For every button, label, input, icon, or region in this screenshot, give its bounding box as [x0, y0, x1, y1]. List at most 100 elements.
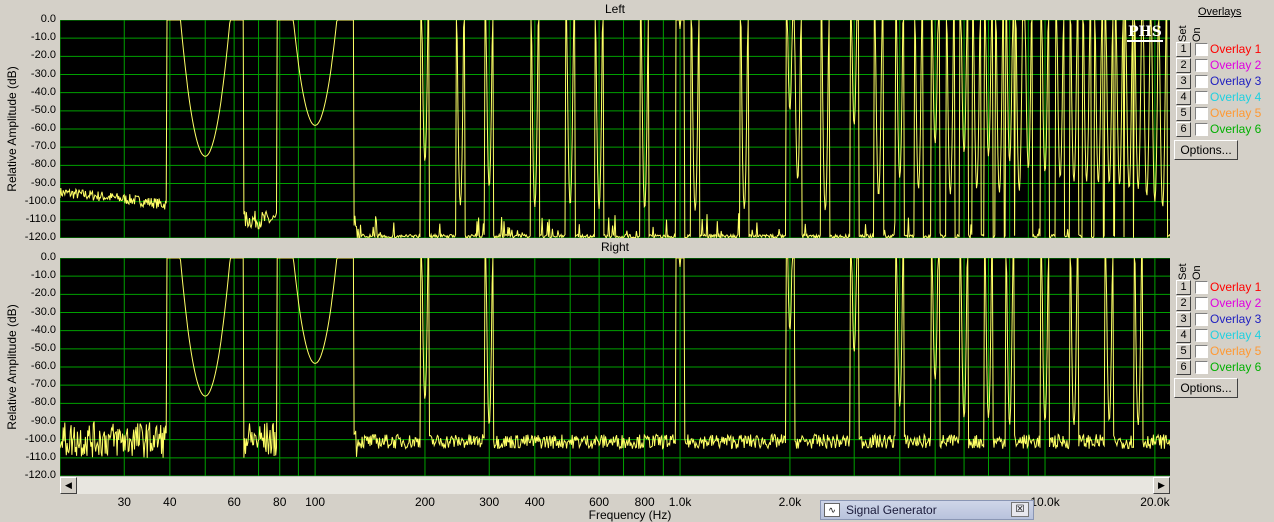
- overlay-on-checkbox[interactable]: [1195, 75, 1208, 88]
- overlay-set-button[interactable]: 4: [1176, 328, 1191, 343]
- overlay-name: Overlay 2: [1210, 296, 1262, 310]
- y-tick-label: -60.0: [30, 360, 56, 372]
- on-column-header: On: [1191, 265, 1203, 280]
- x-tick-label: 20.0k: [1140, 495, 1170, 509]
- overlay-row: 4 Overlay 4: [1174, 90, 1274, 106]
- y-tick-label: -10.0: [30, 269, 56, 282]
- set-column-header: Set: [1177, 25, 1189, 42]
- overlay-row: 4 Overlay 4: [1174, 328, 1274, 344]
- overlay-set-button[interactable]: 2: [1176, 296, 1191, 311]
- overlay-name: Overlay 6: [1210, 360, 1262, 374]
- overlay-set-button[interactable]: 5: [1176, 106, 1191, 121]
- x-tick-label: 40: [163, 495, 177, 509]
- overlay-set-button[interactable]: 1: [1176, 280, 1191, 295]
- signal-generator-title: Signal Generator: [846, 503, 937, 517]
- overlay-on-checkbox[interactable]: [1195, 59, 1208, 72]
- frequency-scrollbar[interactable]: ◀ ▶: [60, 476, 1170, 494]
- overlay-on-checkbox[interactable]: [1195, 43, 1208, 56]
- y-tick-label: -30.0: [30, 67, 56, 80]
- waveform-icon: ∿: [824, 503, 840, 517]
- overlay-name: Overlay 1: [1210, 280, 1262, 294]
- y-tick-label: -120.0: [24, 231, 56, 243]
- overlay-set-button[interactable]: 3: [1176, 74, 1191, 89]
- phs-logo: PHS: [1127, 24, 1163, 42]
- overlay-name: Overlay 3: [1210, 74, 1262, 88]
- set-column-header: Set: [1177, 263, 1189, 280]
- y-tick-label: -120.0: [24, 469, 56, 481]
- scroll-left-button[interactable]: ◀: [60, 477, 77, 494]
- y-tick-label: -110.0: [25, 212, 56, 225]
- x-tick-label: 800: [634, 495, 655, 509]
- y-tick-label: -80.0: [30, 396, 56, 409]
- overlay-row: 1 Overlay 1: [1174, 42, 1274, 58]
- overlay-name: Overlay 3: [1210, 312, 1262, 326]
- overlay-on-checkbox[interactable]: [1195, 361, 1208, 374]
- right-spectrum-plot[interactable]: [60, 258, 1170, 476]
- overlay-on-checkbox[interactable]: [1195, 91, 1208, 104]
- overlay-row: 6 Overlay 6: [1174, 122, 1274, 138]
- overlay-on-checkbox[interactable]: [1195, 123, 1208, 136]
- overlay-on-checkbox[interactable]: [1195, 345, 1208, 358]
- overlay-row: 5 Overlay 5: [1174, 344, 1274, 360]
- overlay-row: 1 Overlay 1: [1174, 280, 1274, 296]
- overlay-set-button[interactable]: 2: [1176, 58, 1191, 73]
- overlay-on-checkbox[interactable]: [1195, 107, 1208, 120]
- overlay-set-button[interactable]: 4: [1176, 90, 1191, 105]
- y-tick-label: -90.0: [30, 414, 56, 427]
- x-tick-label: 80: [273, 495, 287, 509]
- overlay-row: 2 Overlay 2: [1174, 296, 1274, 312]
- overlay-name: Overlay 1: [1210, 42, 1262, 56]
- x-tick-label: 600: [589, 495, 610, 509]
- on-column-header: On: [1191, 27, 1203, 42]
- overlay-set-button[interactable]: 6: [1176, 360, 1191, 375]
- y-tick-label: 0.0: [40, 251, 56, 263]
- left-plot-title: Left: [604, 2, 625, 16]
- close-button[interactable]: ☒: [1011, 502, 1029, 517]
- y-tick-label: -80.0: [30, 158, 56, 171]
- scroll-right-button[interactable]: ▶: [1153, 477, 1170, 494]
- y-tick-label: -10.0: [30, 31, 56, 44]
- x-tick-label: 30: [117, 495, 131, 509]
- y-tick-label: -50.0: [30, 341, 56, 354]
- y-tick-label: -40.0: [30, 85, 56, 98]
- overlay-row: 6 Overlay 6: [1174, 360, 1274, 376]
- y-tick-label: -20.0: [30, 287, 56, 300]
- overlays-title: Overlays: [1198, 6, 1242, 18]
- overlay-name: Overlay 2: [1210, 58, 1262, 72]
- overlay-name: Overlay 4: [1210, 328, 1262, 342]
- overlay-name: Overlay 6: [1210, 122, 1262, 136]
- overlay-on-checkbox[interactable]: [1195, 329, 1208, 342]
- y-tick-label: -30.0: [30, 305, 56, 318]
- overlay-set-button[interactable]: 3: [1176, 312, 1191, 327]
- x-tick-label: 60: [227, 495, 241, 509]
- overlay-row: 3 Overlay 3: [1174, 312, 1274, 328]
- y-tick-label: -50.0: [30, 103, 56, 116]
- overlay-on-checkbox[interactable]: [1195, 281, 1208, 294]
- y-tick-label: -70.0: [30, 378, 56, 391]
- x-tick-label: 100: [305, 495, 326, 509]
- overlay-on-checkbox[interactable]: [1195, 297, 1208, 310]
- left-spectrum-plot[interactable]: [60, 20, 1170, 238]
- y-tick-label: -100.0: [24, 432, 56, 445]
- x-tick-label: 2.0k: [778, 495, 802, 509]
- y-tick-label: -110.0: [25, 450, 56, 463]
- y-tick-label: -90.0: [30, 176, 56, 189]
- overlay-set-button[interactable]: 6: [1176, 122, 1191, 137]
- overlay-row: 5 Overlay 5: [1174, 106, 1274, 122]
- options-button[interactable]: Options...: [1174, 140, 1238, 160]
- x-tick-label: 300: [479, 495, 500, 509]
- x-tick-label: 200: [414, 495, 435, 509]
- signal-generator-window[interactable]: ∿ Signal Generator ☒: [820, 500, 1034, 520]
- overlay-on-checkbox[interactable]: [1195, 313, 1208, 326]
- options-button[interactable]: Options...: [1174, 378, 1238, 398]
- y-tick-label: 0.0: [40, 13, 56, 25]
- overlay-name: Overlay 5: [1210, 106, 1262, 120]
- overlay-row: 3 Overlay 3: [1174, 74, 1274, 90]
- overlay-row: 2 Overlay 2: [1174, 58, 1274, 74]
- overlay-set-button[interactable]: 1: [1176, 42, 1191, 57]
- overlay-set-button[interactable]: 5: [1176, 344, 1191, 359]
- x-tick-label: 10.0k: [1030, 495, 1060, 509]
- overlay-name: Overlay 4: [1210, 90, 1262, 104]
- y-tick-label: -70.0: [30, 140, 56, 153]
- x-axis-label: Frequency (Hz): [588, 508, 672, 522]
